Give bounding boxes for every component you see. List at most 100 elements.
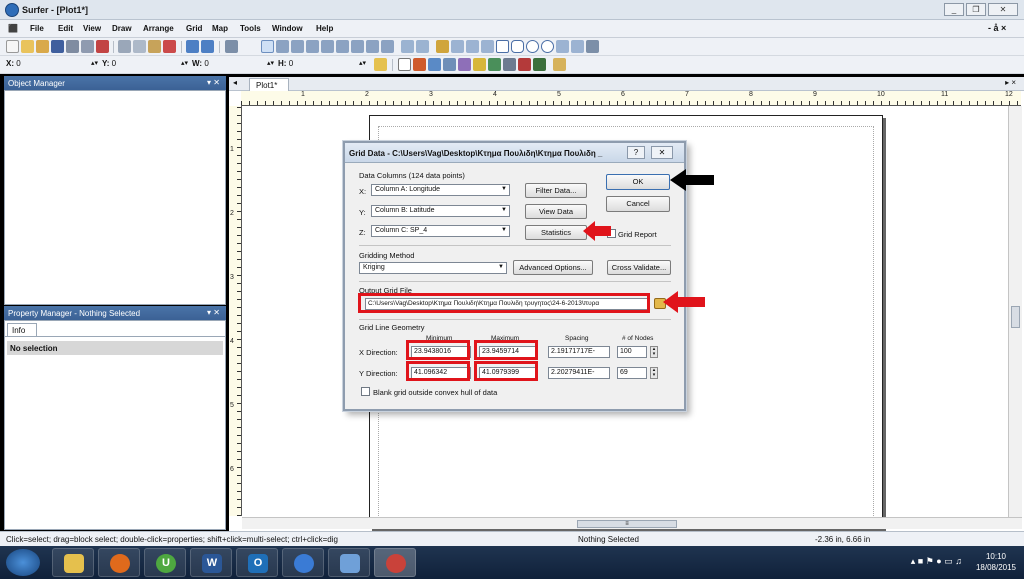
redraw-icon[interactable] [401,40,414,53]
cross-validate-button[interactable]: Cross Validate... [607,260,671,275]
taskbar-chrome[interactable] [282,548,324,577]
zoom-rect-icon[interactable] [306,40,319,53]
image-map-icon[interactable] [458,58,471,71]
shaded-relief-icon[interactable] [473,58,486,71]
y-spacing-field[interactable]: 2.20279411E- [548,367,610,379]
rectangle-icon[interactable] [496,40,509,53]
taskbar-utorrent[interactable]: U [144,548,186,577]
x-nodes-field[interactable]: 100 [617,346,647,358]
tab-plot1[interactable]: Plot1* [249,78,289,91]
symbol-icon[interactable] [481,40,494,53]
height-field[interactable]: H: 0 ▴▾ [278,59,366,71]
start-button-icon[interactable] [6,549,40,576]
menu-map[interactable]: Map [212,24,228,33]
filter-data-button[interactable]: Filter Data... [525,183,587,198]
menu-file[interactable]: File [30,24,44,33]
polyline-icon[interactable] [466,40,479,53]
text-icon[interactable] [436,40,449,53]
undo-icon[interactable] [186,40,199,53]
map-icon[interactable] [413,58,426,71]
document-close-icon[interactable]: ▸ × [1005,78,1016,87]
x-position-field[interactable]: X: 0 ▴▾ [6,59,98,71]
polygon-icon[interactable] [451,40,464,53]
export-icon[interactable] [96,40,109,53]
x-column-select[interactable]: Column A: Longitude ▼ [371,184,510,196]
ok-button[interactable]: OK [606,174,670,190]
zoom-page-icon[interactable] [321,40,334,53]
x-spin-arrows-icon[interactable]: ▴▾ [91,59,98,67]
maximize-button[interactable]: ❐ [966,3,986,16]
new-icon[interactable] [6,40,19,53]
post-map-icon[interactable] [443,58,456,71]
document-menu-icon[interactable]: ⬛ [8,24,18,33]
print-preview-icon[interactable] [81,40,94,53]
open-folder-icon[interactable] [36,40,49,53]
tab-scroll-icon[interactable]: ◂ [233,78,237,87]
print-icon[interactable] [66,40,79,53]
h-spin-arrows-icon[interactable]: ▴▾ [359,59,366,67]
surfer-app-icon[interactable] [5,3,19,17]
tool-icon[interactable] [225,40,238,53]
surface-icon[interactable] [518,58,531,71]
wireframe-icon[interactable] [503,58,516,71]
reshape-icon[interactable] [571,40,584,53]
dialog-help-button[interactable]: ? [627,146,645,159]
menu-edit[interactable]: Edit [58,24,73,33]
vector-map-icon[interactable] [488,58,501,71]
tab-info[interactable]: Info [7,323,37,336]
menu-draw[interactable]: Draw [112,24,132,33]
taskbar-firefox[interactable] [98,548,140,577]
cancel-button[interactable]: Cancel [606,196,670,212]
rounded-rectangle-icon[interactable] [511,40,524,53]
horizontal-scrollbar[interactable]: ≡ [242,517,1022,529]
lock-icon[interactable] [374,58,387,71]
advanced-options-button[interactable]: Advanced Options... [513,260,593,275]
line-props-icon[interactable] [398,58,411,71]
y-column-select[interactable]: Column B: Latitude ▼ [371,205,510,217]
zoom-out-icon[interactable] [291,40,304,53]
zoom-in-icon[interactable] [276,40,289,53]
property-manager-controls[interactable]: ▾ ✕ [207,308,220,317]
minimize-button[interactable]: _ [944,3,964,16]
menu-arrange[interactable]: Arrange [143,24,174,33]
pan-icon[interactable] [381,40,394,53]
auto-redraw-icon[interactable] [416,40,429,53]
menu-help[interactable]: Help [316,24,333,33]
select-arrow-icon[interactable] [261,40,274,53]
blank-grid-checkbox[interactable] [361,387,370,396]
zoom-extents-icon[interactable] [336,40,349,53]
statistics-button[interactable]: Statistics [525,225,587,240]
y-nodes-spin-icon[interactable]: ▴ ▾ [650,367,658,379]
grid-node-icon[interactable] [533,58,546,71]
taskbar-explorer[interactable] [52,548,94,577]
taskbar-word[interactable]: W [190,548,232,577]
menu-window[interactable]: Window [272,24,303,33]
taskbar-paint[interactable] [328,548,370,577]
save-icon[interactable] [51,40,64,53]
menu-tools[interactable]: Tools [240,24,261,33]
x-nodes-spin-icon[interactable]: ▴ ▾ [650,346,658,358]
cut-icon[interactable] [118,40,131,53]
contour-map-icon[interactable] [428,58,441,71]
vertical-scrollbar[interactable] [1008,106,1022,517]
paste-icon[interactable] [148,40,161,53]
more-tools-icon[interactable] [586,40,599,53]
open-icon[interactable] [21,40,34,53]
base-map-icon[interactable] [553,58,566,71]
redo-icon[interactable] [201,40,214,53]
system-tray[interactable]: ▴ ■ ⚑ ● ▭ ♫ [911,556,962,567]
width-field[interactable]: W: 0 ▴▾ [192,59,274,71]
system-clock[interactable]: 10:10 18/08/2015 [976,551,1016,573]
z-column-select[interactable]: Column C: SP_4 ▼ [371,225,510,237]
menu-view[interactable]: View [83,24,101,33]
object-manager-panel[interactable] [4,90,226,305]
y-nodes-field[interactable]: 69 [617,367,647,379]
menu-grid[interactable]: Grid [186,24,202,33]
w-spin-arrows-icon[interactable]: ▴▾ [267,59,274,67]
close-button[interactable]: ✕ [988,3,1018,16]
zoom-selected-icon[interactable] [366,40,379,53]
zoom-actual-icon[interactable] [351,40,364,53]
y-position-field[interactable]: Y: 0 ▴▾ [102,59,188,71]
spline-icon[interactable] [556,40,569,53]
object-manager-controls[interactable]: ▾ ✕ [207,78,220,87]
